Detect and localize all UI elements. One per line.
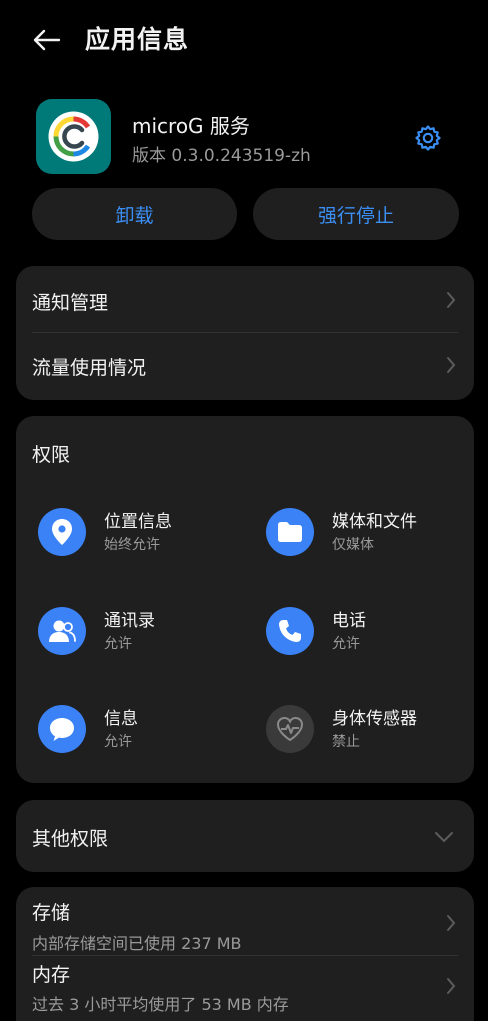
microg-logo bbox=[48, 111, 99, 162]
permission-status: 仅媒体 bbox=[332, 537, 374, 553]
phone-icon bbox=[266, 607, 314, 655]
chevron-right-icon bbox=[444, 913, 458, 933]
app-icon bbox=[36, 99, 111, 174]
app-version: 版本 0.3.0.243519-zh bbox=[132, 146, 311, 166]
permission-status: 始终允许 bbox=[104, 537, 160, 553]
permission-contacts[interactable]: 通讯录 允许 bbox=[38, 601, 248, 661]
permission-name: 媒体和文件 bbox=[332, 512, 417, 532]
storage-row[interactable]: 存储 内部存储空间已使用 237 MB bbox=[16, 887, 474, 955]
permission-status: 禁止 bbox=[332, 734, 360, 750]
chevron-down-icon bbox=[434, 828, 454, 847]
heart-rate-icon bbox=[266, 705, 314, 753]
app-bar: 应用信息 bbox=[0, 0, 488, 78]
storage-label: 存储 bbox=[32, 902, 71, 924]
permission-location[interactable]: 位置信息 始终允许 bbox=[38, 502, 248, 562]
permission-name: 电话 bbox=[332, 611, 366, 631]
permission-name: 信息 bbox=[104, 709, 138, 729]
data-usage-row[interactable]: 流量使用情况 bbox=[16, 333, 474, 399]
permission-status: 允许 bbox=[104, 734, 132, 750]
folder-icon bbox=[266, 508, 314, 556]
storage-detail: 内部存储空间已使用 237 MB bbox=[32, 934, 242, 953]
gear-icon bbox=[415, 125, 441, 151]
permission-name: 位置信息 bbox=[104, 512, 172, 532]
permission-name: 身体传感器 bbox=[332, 709, 417, 729]
other-permissions-label: 其他权限 bbox=[32, 828, 109, 850]
permission-messages[interactable]: 信息 允许 bbox=[38, 699, 248, 759]
permission-media-files[interactable]: 媒体和文件 仅媒体 bbox=[266, 502, 476, 562]
arrow-left-icon bbox=[33, 29, 61, 51]
back-button[interactable] bbox=[28, 22, 64, 58]
app-settings-button[interactable] bbox=[410, 120, 446, 156]
contacts-icon bbox=[38, 607, 86, 655]
force-stop-button[interactable]: 强行停止 bbox=[253, 188, 459, 240]
permission-name: 通讯录 bbox=[104, 611, 155, 631]
row-label: 流量使用情况 bbox=[32, 357, 147, 379]
chevron-right-icon bbox=[444, 355, 458, 375]
permissions-card: 权限 位置信息 始终允许 媒体和文件 仅媒体 通讯录 允许 电话 允许 信息 允… bbox=[16, 416, 474, 783]
app-name: microG 服务 bbox=[132, 114, 250, 138]
row-label: 通知管理 bbox=[32, 292, 109, 314]
general-card: 通知管理 流量使用情况 bbox=[16, 266, 474, 400]
message-icon bbox=[38, 705, 86, 753]
chevron-right-icon bbox=[444, 290, 458, 310]
notification-management-row[interactable]: 通知管理 bbox=[16, 266, 474, 332]
permission-status: 允许 bbox=[332, 636, 360, 652]
memory-label: 内存 bbox=[32, 964, 71, 986]
memory-detail: 过去 3 小时平均使用了 53 MB 内存 bbox=[32, 995, 289, 1014]
memory-row[interactable]: 内存 过去 3 小时平均使用了 53 MB 内存 bbox=[16, 956, 474, 1021]
location-pin-icon bbox=[38, 508, 86, 556]
permission-phone[interactable]: 电话 允许 bbox=[266, 601, 476, 661]
uninstall-button[interactable]: 卸载 bbox=[32, 188, 237, 240]
chevron-right-icon bbox=[444, 976, 458, 996]
other-permissions-row[interactable]: 其他权限 bbox=[16, 800, 474, 872]
permissions-title: 权限 bbox=[32, 444, 71, 466]
permission-status: 允许 bbox=[104, 636, 132, 652]
storage-card: 存储 内部存储空间已使用 237 MB 内存 过去 3 小时平均使用了 53 M… bbox=[16, 887, 474, 1021]
permission-body-sensors[interactable]: 身体传感器 禁止 bbox=[266, 699, 476, 759]
page-title: 应用信息 bbox=[85, 25, 190, 54]
